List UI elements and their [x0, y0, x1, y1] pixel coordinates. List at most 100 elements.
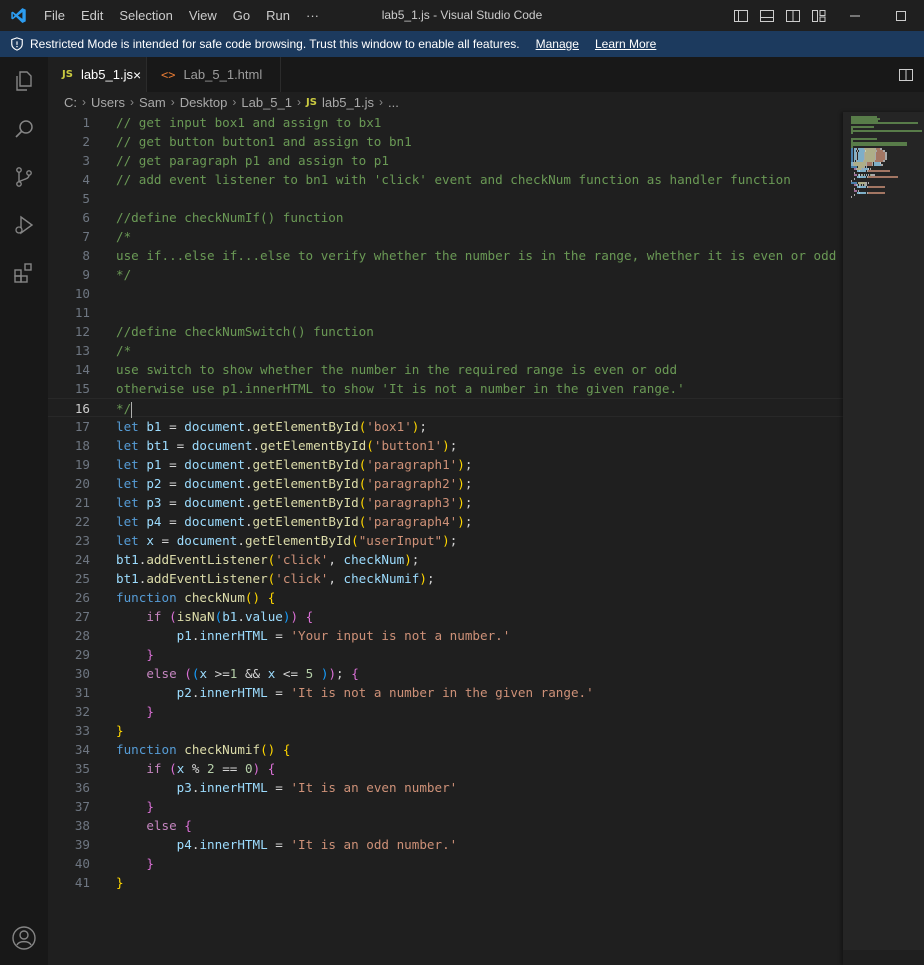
code-line[interactable]: 17let b1 = document.getElementById('box1…: [48, 417, 843, 436]
code-line[interactable]: 33}: [48, 721, 843, 740]
toggle-secondary-sidebar-icon[interactable]: [780, 0, 806, 31]
code-token: innerHTML: [199, 685, 267, 700]
code-text: let p2 = document.getElementById('paragr…: [116, 474, 472, 493]
menu-run[interactable]: Run: [258, 0, 298, 31]
code-line[interactable]: 34function checkNumif() {: [48, 740, 843, 759]
code-token: bt1: [116, 552, 139, 567]
menu-view[interactable]: View: [181, 0, 225, 31]
line-number: 26: [48, 588, 90, 607]
code-line[interactable]: 6//define checkNumIf() function: [48, 208, 843, 227]
code-line[interactable]: 9*/: [48, 265, 843, 284]
code-line[interactable]: 29 }: [48, 645, 843, 664]
code-line[interactable]: 31 p2.innerHTML = 'It is not a number in…: [48, 683, 843, 702]
code-line[interactable]: 19let p1 = document.getElementById('para…: [48, 455, 843, 474]
breadcrumb-item[interactable]: C:: [64, 95, 77, 110]
menu-selection[interactable]: Selection: [111, 0, 180, 31]
tab-label: Lab_5_1.html: [183, 67, 262, 82]
code-editor[interactable]: 1// get input box1 and assign to bx12// …: [48, 112, 843, 965]
code-line[interactable]: 39 p4.innerHTML = 'It is an odd number.': [48, 835, 843, 854]
menu-go[interactable]: Go: [225, 0, 258, 31]
minimap-slider[interactable]: [843, 112, 924, 950]
breadcrumb-item[interactable]: Lab_5_1: [241, 95, 292, 110]
minimize-icon[interactable]: [832, 0, 878, 31]
code-text: bt1.addEventListener('click', checkNumif…: [116, 569, 435, 588]
code-line[interactable]: 8use if...else if...else to verify wheth…: [48, 246, 843, 265]
search-icon[interactable]: [0, 105, 48, 153]
extensions-icon[interactable]: [0, 249, 48, 297]
code-text: }: [116, 854, 154, 873]
code-line[interactable]: 16*/: [48, 398, 843, 417]
code-line[interactable]: 27 if (isNaN(b1.value)) {: [48, 607, 843, 626]
code-line[interactable]: 38 else {: [48, 816, 843, 835]
toggle-primary-sidebar-icon[interactable]: [728, 0, 754, 31]
run-debug-icon[interactable]: [0, 201, 48, 249]
code-token: 'paragraph2': [366, 476, 457, 491]
code-token: 'paragraph1': [366, 457, 457, 472]
code-line[interactable]: 40 }: [48, 854, 843, 873]
code-text: let bt1 = document.getElementById('butto…: [116, 436, 457, 455]
menu-more[interactable]: ···: [298, 0, 327, 31]
code-line[interactable]: 15otherwise use p1.innerHTML to show 'It…: [48, 379, 843, 398]
code-token: (): [260, 742, 275, 757]
breadcrumb-file[interactable]: lab5_1.js: [322, 95, 374, 110]
code-line[interactable]: 26function checkNum() {: [48, 588, 843, 607]
code-line[interactable]: 36 p3.innerHTML = 'It is an even number': [48, 778, 843, 797]
code-line[interactable]: 24bt1.addEventListener('click', checkNum…: [48, 550, 843, 569]
code-line[interactable]: 11: [48, 303, 843, 322]
customize-layout-icon[interactable]: [806, 0, 832, 31]
code-line[interactable]: 14use switch to show whether the number …: [48, 360, 843, 379]
code-line[interactable]: 23let x = document.getElementById("userI…: [48, 531, 843, 550]
menu-edit[interactable]: Edit: [73, 0, 111, 31]
minimap-token: [851, 130, 922, 132]
code-token: [116, 780, 177, 795]
breadcrumb-item[interactable]: Desktop: [180, 95, 228, 110]
split-editor-icon[interactable]: [894, 57, 918, 92]
code-line[interactable]: 25 bt1.addEventListener('click', checkNum…: [48, 569, 843, 588]
code-token: */: [116, 267, 131, 282]
minimap[interactable]: [843, 112, 924, 965]
code-line[interactable]: 13/*: [48, 341, 843, 360]
code-line[interactable]: 12//define checkNumSwitch() function: [48, 322, 843, 341]
code-token: addEventListener: [146, 571, 267, 586]
close-icon[interactable]: ×: [133, 67, 141, 83]
code-line[interactable]: 30 else ((x >=1 && x <= 5 )); {: [48, 664, 843, 683]
code-line[interactable]: 5: [48, 189, 843, 208]
code-token: ): [442, 533, 450, 548]
code-line[interactable]: 3// get paragraph p1 and assign to p1: [48, 151, 843, 170]
breadcrumb-more[interactable]: ...: [388, 95, 399, 110]
code-line[interactable]: 20let p2 = document.getElementById('para…: [48, 474, 843, 493]
toggle-panel-icon[interactable]: [754, 0, 780, 31]
code-line[interactable]: 10: [48, 284, 843, 303]
manage-link[interactable]: Manage: [536, 37, 579, 51]
code-line[interactable]: 2// get button button1 and assign to bn1: [48, 132, 843, 151]
code-token: ;: [465, 514, 473, 529]
code-line[interactable]: 37 }: [48, 797, 843, 816]
menu-file[interactable]: File: [36, 0, 73, 31]
maximize-icon[interactable]: [878, 0, 924, 31]
line-number: 38: [48, 816, 90, 835]
breadcrumb-item[interactable]: Sam: [139, 95, 166, 110]
code-token: ;: [450, 438, 458, 453]
code-line[interactable]: 32 }: [48, 702, 843, 721]
code-text: p3.innerHTML = 'It is an even number': [116, 778, 457, 797]
breadcrumb-item[interactable]: Users: [91, 95, 125, 110]
source-control-icon[interactable]: [0, 153, 48, 201]
code-line[interactable]: 4// add event listener to bn1 with 'clic…: [48, 170, 843, 189]
code-line[interactable]: 1// get input box1 and assign to bx1: [48, 113, 843, 132]
code-line[interactable]: 28 p1.innerHTML = 'Your input is not a n…: [48, 626, 843, 645]
tab-lab-5-1-html[interactable]: <> Lab_5_1.html: [147, 57, 281, 92]
learn-more-link[interactable]: Learn More: [595, 37, 656, 51]
code-line[interactable]: 18let bt1 = document.getElementById('but…: [48, 436, 843, 455]
code-token: //define checkNumSwitch() function: [116, 324, 374, 339]
code-line[interactable]: 7/*: [48, 227, 843, 246]
code-token: p2: [146, 476, 161, 491]
accounts-icon[interactable]: [0, 914, 48, 962]
explorer-icon[interactable]: [0, 57, 48, 105]
code-line[interactable]: 21let p3 = document.getElementById('para…: [48, 493, 843, 512]
line-number: 25: [48, 569, 90, 588]
tab-lab5-1-js[interactable]: JS lab5_1.js ×: [48, 57, 147, 92]
code-text: else {: [116, 816, 192, 835]
code-line[interactable]: 41}: [48, 873, 843, 892]
code-line[interactable]: 22let p4 = document.getElementById('para…: [48, 512, 843, 531]
code-line[interactable]: 35 if (x % 2 == 0) {: [48, 759, 843, 778]
